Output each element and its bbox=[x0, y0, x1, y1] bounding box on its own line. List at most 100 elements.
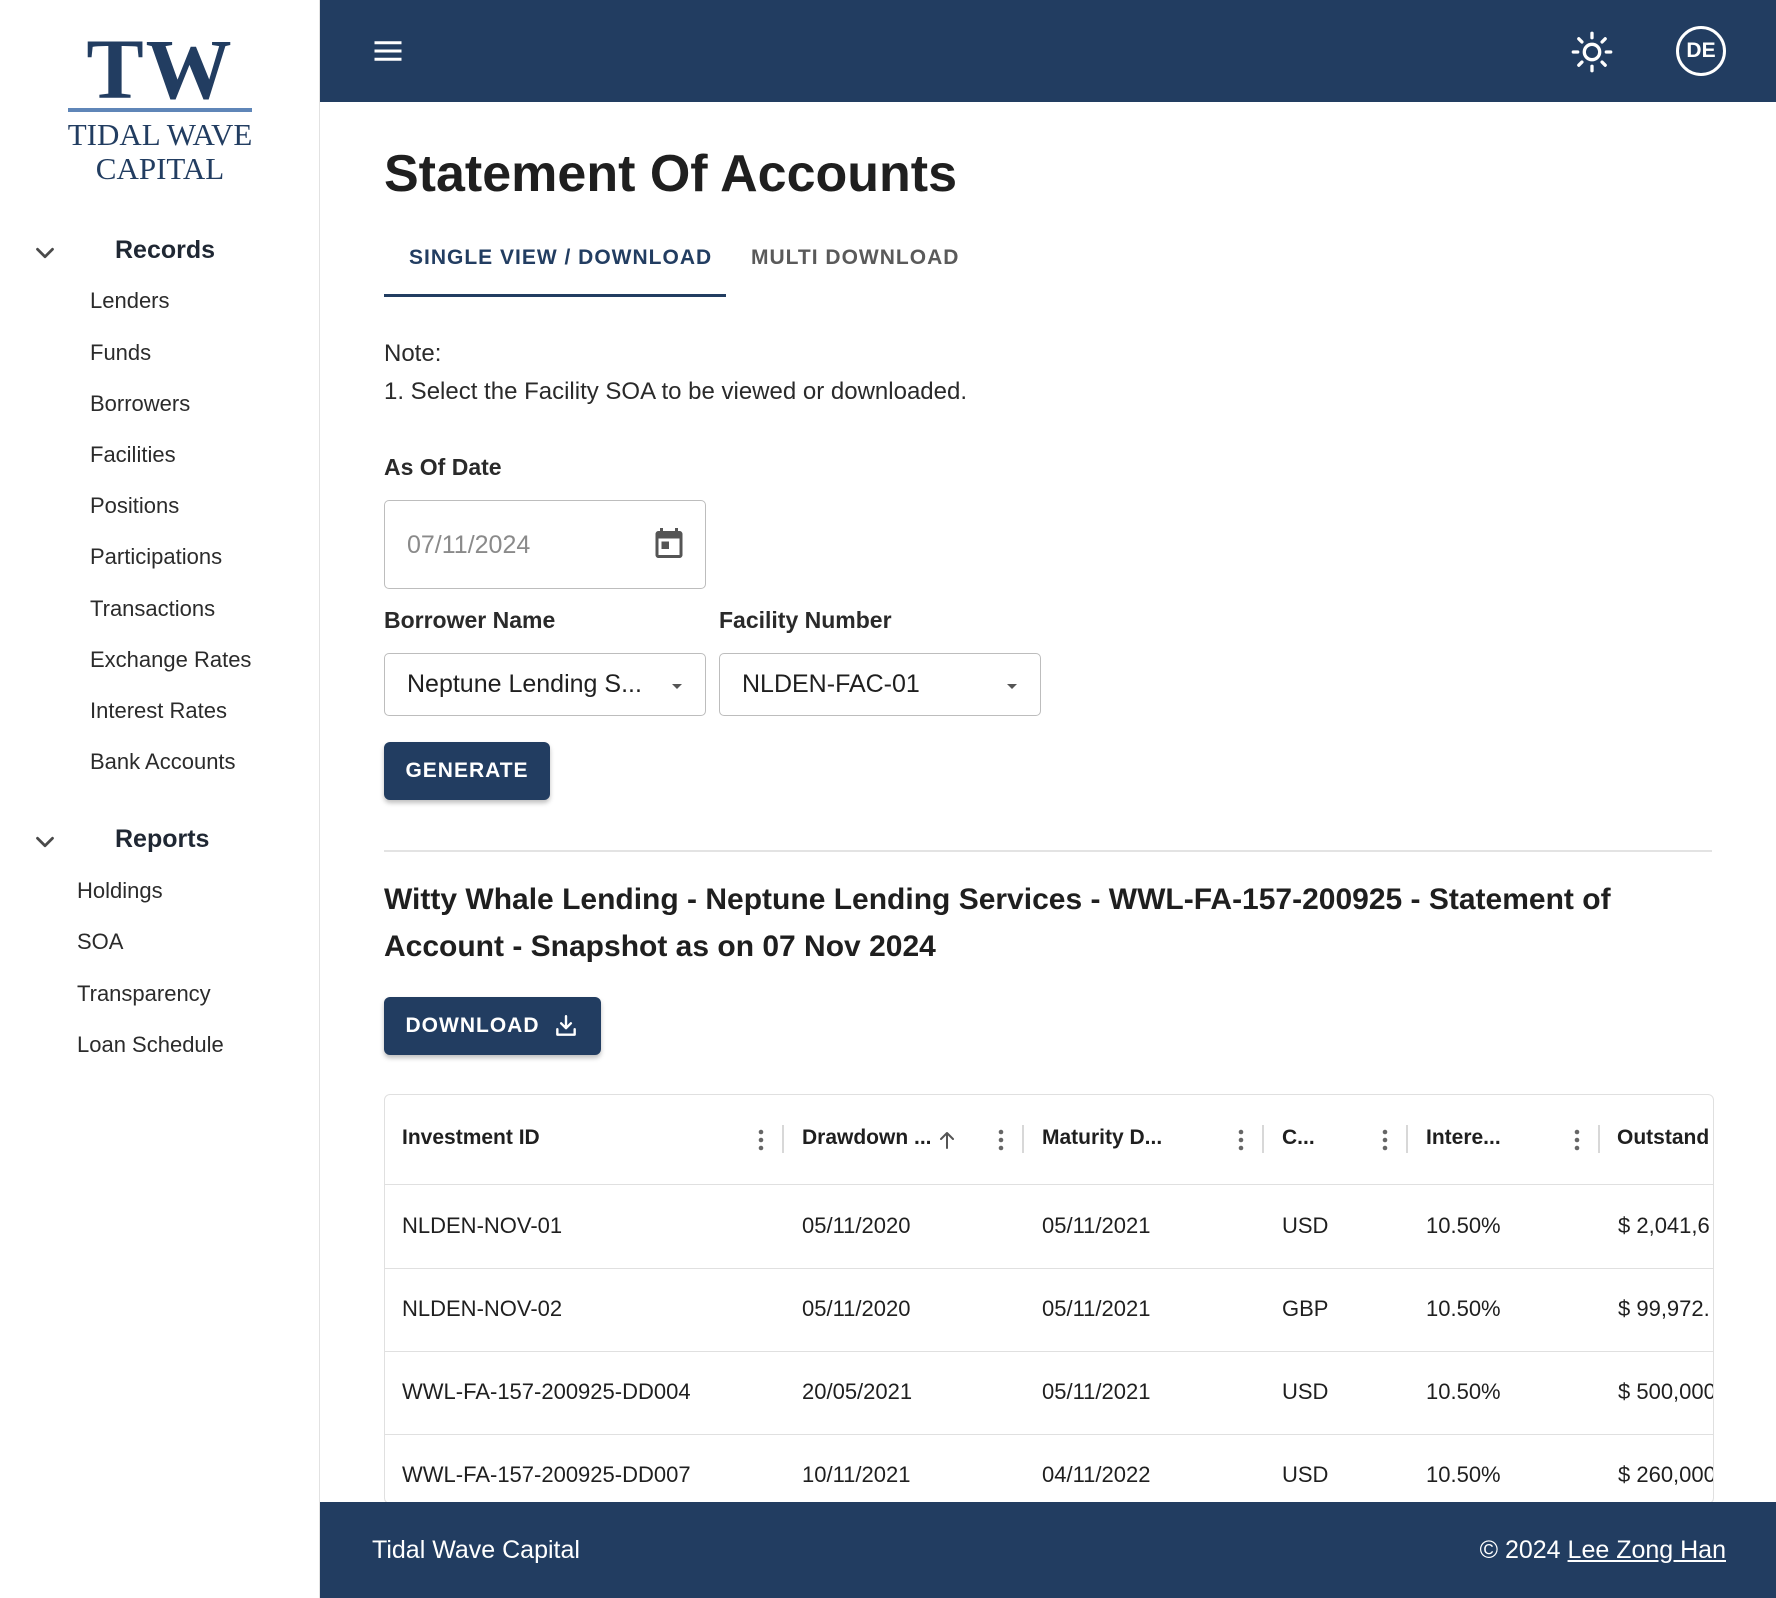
column-header-maturity-date[interactable]: Maturity D... bbox=[1025, 1095, 1265, 1185]
sidebar-item-loan-schedule[interactable]: Loan Schedule bbox=[77, 1032, 224, 1058]
cell-currency: USD bbox=[1282, 1462, 1329, 1487]
cell-investment-id: WWL-FA-157-200925-DD004 bbox=[402, 1379, 691, 1404]
sidebar-item-bank-accounts[interactable]: Bank Accounts bbox=[90, 749, 236, 775]
table-row[interactable]: WWL-FA-157-200925-DD007 10/11/2021 04/11… bbox=[385, 1435, 1714, 1503]
tab-multi-download[interactable]: MULTI DOWNLOAD bbox=[751, 246, 959, 270]
sidebar-item-participations[interactable]: Participations bbox=[90, 544, 222, 570]
column-header-label: C... bbox=[1282, 1126, 1315, 1149]
cell-outstanding: $ 500,000 bbox=[1618, 1379, 1714, 1404]
tab-single-view-download[interactable]: SINGLE VIEW / DOWNLOAD bbox=[409, 246, 712, 270]
app-root: TW TIDAL WAVE CAPITAL Records Lenders Fu… bbox=[0, 0, 1776, 1598]
column-header-interest-rate[interactable]: Intere... bbox=[1409, 1095, 1601, 1185]
column-header-currency[interactable]: C... bbox=[1265, 1095, 1409, 1185]
sidebar-item-positions[interactable]: Positions bbox=[90, 493, 179, 519]
column-header-investment-id[interactable]: Investment ID bbox=[385, 1095, 785, 1185]
sidebar-item-holdings[interactable]: Holdings bbox=[77, 878, 163, 904]
column-separator[interactable] bbox=[1598, 1125, 1600, 1153]
as-of-date-label: As Of Date bbox=[384, 454, 502, 480]
sidebar-section-reports: Reports bbox=[0, 819, 320, 863]
calendar-icon[interactable] bbox=[651, 525, 687, 561]
dropdown-arrow-icon bbox=[672, 684, 682, 689]
sidebar-item-transparency[interactable]: Transparency bbox=[77, 981, 211, 1007]
records-section-toggle[interactable]: Records bbox=[0, 230, 320, 274]
download-button[interactable]: DOWNLOAD bbox=[384, 997, 601, 1055]
cell-interest-rate: 10.50% bbox=[1426, 1462, 1501, 1487]
column-menu-icon[interactable] bbox=[757, 1128, 765, 1152]
sidebar-item-soa[interactable]: SOA bbox=[77, 929, 123, 955]
sidebar-item-funds[interactable]: Funds bbox=[90, 340, 151, 366]
logo-mark: TW bbox=[86, 21, 234, 117]
user-avatar[interactable]: DE bbox=[1676, 26, 1726, 76]
logo-text-line2: CAPITAL bbox=[95, 151, 225, 186]
author-link[interactable]: Lee Zong Han bbox=[1568, 1536, 1726, 1564]
column-header-label: Outstand bbox=[1617, 1126, 1710, 1149]
cell-drawdown-date: 05/11/2020 bbox=[802, 1213, 911, 1238]
download-button-label: DOWNLOAD bbox=[405, 1014, 540, 1037]
column-menu-icon[interactable] bbox=[1237, 1128, 1245, 1152]
menu-icon[interactable] bbox=[370, 33, 406, 69]
records-section-title: Records bbox=[115, 236, 216, 264]
as-of-date-value: 07/11/2024 bbox=[407, 531, 531, 559]
column-menu-icon[interactable] bbox=[1573, 1128, 1581, 1152]
column-menu-icon[interactable] bbox=[1381, 1128, 1389, 1152]
column-menu-icon[interactable] bbox=[997, 1128, 1005, 1152]
cell-outstanding: $ 2,041,6 bbox=[1618, 1213, 1710, 1238]
footer-copyright: © 2024 Lee Zong Han bbox=[1480, 1536, 1726, 1565]
sun-icon[interactable] bbox=[1570, 30, 1614, 74]
cell-maturity-date: 05/11/2021 bbox=[1042, 1296, 1151, 1321]
cell-outstanding: $ 260,000 bbox=[1618, 1462, 1714, 1487]
grid-header-row: Investment ID Drawdown ... Maturity D... bbox=[385, 1095, 1713, 1185]
reports-section-toggle[interactable]: Reports bbox=[0, 819, 320, 863]
sort-ascending-icon[interactable] bbox=[935, 1128, 959, 1152]
column-separator[interactable] bbox=[1406, 1125, 1408, 1153]
cell-maturity-date: 05/11/2021 bbox=[1042, 1379, 1151, 1404]
sidebar-item-transactions[interactable]: Transactions bbox=[90, 596, 215, 622]
note-heading: Note: bbox=[384, 340, 442, 367]
as-of-date-field[interactable]: 07/11/2024 bbox=[384, 500, 706, 589]
sidebar-item-borrowers[interactable]: Borrowers bbox=[90, 391, 190, 417]
cell-investment-id: WWL-FA-157-200925-DD007 bbox=[402, 1462, 691, 1487]
generate-button-label: GENERATE bbox=[405, 759, 529, 782]
sidebar-item-lenders[interactable]: Lenders bbox=[90, 288, 170, 314]
dropdown-arrow-icon bbox=[1007, 684, 1017, 689]
sidebar-item-interest-rates[interactable]: Interest Rates bbox=[90, 698, 227, 724]
chevron-down-icon bbox=[36, 836, 54, 848]
footer: Tidal Wave Capital © 2024 Lee Zong Han bbox=[320, 1502, 1776, 1598]
sidebar: TW TIDAL WAVE CAPITAL Records Lenders Fu… bbox=[0, 0, 320, 1598]
table-row[interactable]: NLDEN-NOV-01 05/11/2020 05/11/2021 USD 1… bbox=[385, 1186, 1713, 1269]
cell-currency: USD bbox=[1282, 1379, 1329, 1404]
table-row[interactable]: WWL-FA-157-200925-DD004 20/05/2021 05/11… bbox=[385, 1352, 1714, 1435]
column-header-label: Drawdown ... bbox=[802, 1126, 932, 1149]
cell-maturity-date: 04/11/2022 bbox=[1042, 1462, 1151, 1487]
report-title: Witty Whale Lending - Neptune Lending Se… bbox=[384, 883, 1611, 963]
sidebar-item-facilities[interactable]: Facilities bbox=[90, 442, 176, 468]
generate-button[interactable]: GENERATE bbox=[384, 742, 550, 800]
cell-investment-id: NLDEN-NOV-01 bbox=[402, 1213, 563, 1238]
borrower-name-select[interactable]: Neptune Lending S... bbox=[384, 653, 706, 716]
cell-maturity-date: 05/11/2021 bbox=[1042, 1213, 1151, 1238]
cell-interest-rate: 10.50% bbox=[1426, 1296, 1501, 1321]
column-separator[interactable] bbox=[782, 1125, 784, 1153]
footer-company-name: Tidal Wave Capital bbox=[372, 1536, 580, 1564]
borrower-name-label: Borrower Name bbox=[384, 607, 556, 633]
cell-interest-rate: 10.50% bbox=[1426, 1379, 1501, 1404]
brand-logo[interactable]: TW TIDAL WAVE CAPITAL bbox=[0, 21, 320, 186]
column-separator[interactable] bbox=[1262, 1125, 1264, 1153]
logo-text-line1: TIDAL WAVE bbox=[67, 117, 253, 152]
note-text: 1. Select the Facility SOA to be viewed … bbox=[384, 378, 967, 405]
sidebar-item-exchange-rates[interactable]: Exchange Rates bbox=[90, 647, 251, 673]
table-row[interactable]: NLDEN-NOV-02 05/11/2020 05/11/2021 GBP 1… bbox=[385, 1269, 1713, 1352]
reports-section-title: Reports bbox=[115, 825, 210, 853]
column-header-label: Maturity D... bbox=[1042, 1126, 1163, 1149]
cell-outstanding: $ 99,972. bbox=[1618, 1296, 1710, 1321]
cell-drawdown-date: 20/05/2021 bbox=[802, 1379, 913, 1404]
soa-data-grid: Investment ID Drawdown ... Maturity D... bbox=[384, 1094, 1714, 1504]
column-separator[interactable] bbox=[1022, 1125, 1024, 1153]
column-header-outstanding[interactable]: Outstand bbox=[1601, 1095, 1713, 1185]
section-divider bbox=[384, 850, 1712, 852]
column-header-drawdown-date[interactable]: Drawdown ... bbox=[785, 1095, 1025, 1185]
cell-drawdown-date: 10/11/2021 bbox=[802, 1462, 911, 1487]
facility-number-select[interactable]: NLDEN-FAC-01 bbox=[719, 653, 1041, 716]
cell-currency: USD bbox=[1282, 1213, 1329, 1238]
cell-investment-id: NLDEN-NOV-02 bbox=[402, 1296, 563, 1321]
